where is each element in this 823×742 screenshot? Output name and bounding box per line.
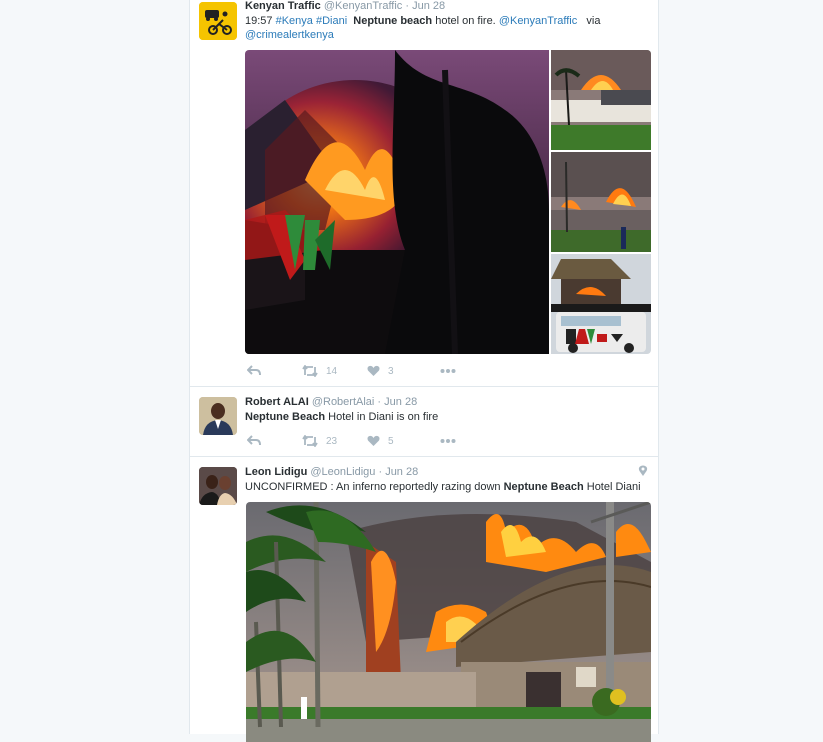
heart-icon: [367, 435, 380, 446]
via-label: via: [586, 15, 601, 27]
user-name[interactable]: Leon Lidigu: [245, 466, 307, 478]
like-button[interactable]: 5: [367, 433, 394, 449]
retweet-count: 23: [326, 435, 338, 447]
tweet-date[interactable]: Jun 28: [384, 396, 417, 408]
tweet-date[interactable]: Jun 28: [385, 466, 418, 478]
location-pin-icon[interactable]: [638, 465, 648, 477]
tweet-kenyan-traffic[interactable]: Kenyan Traffic @KenyanTraffic · Jun 28 1…: [190, 0, 658, 387]
more-button[interactable]: [440, 433, 456, 449]
retweet-button[interactable]: 14: [302, 363, 337, 379]
tweet-header: Kenyan Traffic @KenyanTraffic · Jun 28: [245, 0, 445, 12]
avatar[interactable]: [199, 467, 237, 505]
tweet-robert-alai[interactable]: Robert ALAI @RobertAlai · Jun 28 Neptune…: [190, 387, 658, 457]
tweet-body-prefix: UNCONFIRMED : An inferno reportedly razi…: [245, 481, 501, 493]
user-handle[interactable]: @LeonLidigu: [310, 466, 375, 478]
like-button[interactable]: 3: [367, 363, 394, 379]
avatar[interactable]: [199, 397, 237, 435]
tweet-time: 19:57: [245, 15, 273, 27]
avatar[interactable]: [199, 2, 237, 40]
separator-dot: ·: [405, 0, 410, 12]
user-name[interactable]: Kenyan Traffic: [245, 0, 321, 12]
mention-kenyantraffic[interactable]: @KenyanTraffic: [499, 15, 577, 27]
reply-icon: [247, 435, 261, 446]
user-handle[interactable]: @KenyanTraffic: [324, 0, 402, 12]
mention-crimealertkenya[interactable]: @crimealertkenya: [245, 29, 334, 41]
tweet-header: Leon Lidigu @LeonLidigu · Jun 28: [245, 466, 418, 478]
like-count: 5: [388, 435, 394, 447]
tweet-photo-3[interactable]: [551, 152, 651, 252]
reply-button[interactable]: [247, 433, 261, 449]
more-icon: [440, 369, 456, 373]
like-count: 3: [388, 365, 394, 377]
tweet-photo-2[interactable]: [551, 50, 651, 150]
heart-icon: [367, 365, 380, 376]
hashtag-kenya[interactable]: #Kenya: [276, 15, 313, 27]
highlighted-term: Neptune Beach: [503, 481, 584, 493]
user-name[interactable]: Robert ALAI: [245, 396, 309, 408]
tweet-actions: 14 3: [247, 363, 497, 379]
tweet-text: 19:57 #Kenya #Diani Neptune beach hotel …: [245, 14, 650, 42]
tweet-photo-main[interactable]: [245, 50, 549, 354]
tweet-text: UNCONFIRMED : An inferno reportedly razi…: [245, 480, 650, 494]
tweet-body: Hotel Diani: [586, 481, 641, 493]
tweet-actions: 23 5: [247, 433, 497, 449]
separator-dot: ·: [378, 466, 383, 478]
user-handle[interactable]: @RobertAlai: [312, 396, 375, 408]
tweet-photo-4[interactable]: [551, 254, 651, 354]
highlighted-term: Neptune beach: [353, 15, 433, 27]
retweet-count: 14: [326, 365, 338, 377]
tweet-text: Neptune Beach Hotel in Diani is on fire: [245, 410, 650, 424]
separator-dot: ·: [377, 396, 382, 408]
reply-icon: [247, 365, 261, 376]
timeline: Kenyan Traffic @KenyanTraffic · Jun 28 1…: [189, 0, 659, 742]
tweet-photo-main[interactable]: [246, 502, 651, 742]
more-icon: [440, 439, 456, 443]
tweet-body: Hotel in Diani is on fire: [328, 411, 439, 423]
highlighted-term: Neptune Beach: [245, 411, 326, 423]
retweet-icon: [302, 365, 318, 377]
tweet-leon-lidigu[interactable]: Leon Lidigu @LeonLidigu · Jun 28 UNCONFI…: [190, 457, 658, 742]
tweet-header: Robert ALAI @RobertAlai · Jun 28: [245, 396, 417, 408]
reply-button[interactable]: [247, 363, 261, 379]
hashtag-diani[interactable]: #Diani: [316, 15, 347, 27]
retweet-icon: [302, 435, 318, 447]
retweet-button[interactable]: 23: [302, 433, 337, 449]
tweet-body: hotel on fire.: [435, 15, 496, 27]
tweet-date[interactable]: Jun 28: [412, 0, 445, 12]
more-button[interactable]: [440, 363, 456, 379]
